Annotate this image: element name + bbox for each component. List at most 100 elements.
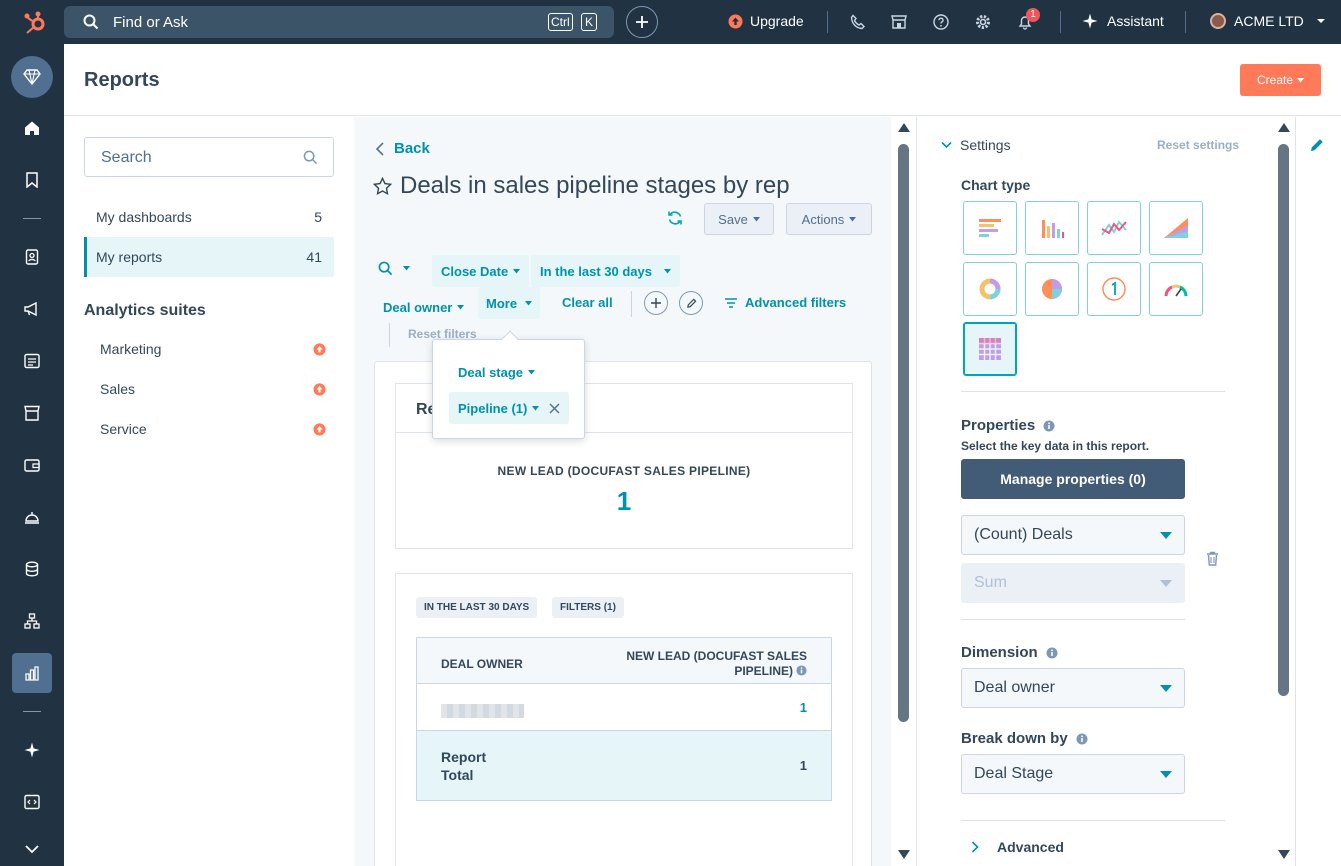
help-icon[interactable]: [933, 14, 949, 30]
scroll-down-arrow-icon[interactable]: [898, 850, 910, 859]
nav-item-bookmarks[interactable]: [0, 160, 64, 200]
chart-type-line[interactable]: [1087, 201, 1141, 255]
scroll-down-arrow-icon[interactable]: [1278, 850, 1290, 859]
center-scrollbar[interactable]: [893, 117, 915, 866]
refresh-icon[interactable]: [667, 210, 683, 226]
nav-item-marketing[interactable]: [0, 289, 64, 329]
select-value: (Count) Deals: [974, 526, 1073, 543]
horizontal-bar-chart-icon: [977, 216, 1003, 240]
filter-search-toggle[interactable]: [378, 261, 410, 276]
chart-type-vertical-bar[interactable]: [1025, 201, 1079, 255]
report-table: DEAL OWNER NEW LEAD (DOCUFAST SALES PIPE…: [416, 637, 832, 801]
manage-properties-button[interactable]: Manage properties (0): [961, 459, 1185, 499]
nav-item-commerce[interactable]: [0, 393, 64, 433]
info-icon[interactable]: [1043, 420, 1055, 432]
pipeline-filter-chip[interactable]: Pipeline (1): [449, 392, 569, 424]
actions-button[interactable]: Actions: [786, 203, 872, 235]
cell-value-link[interactable]: 1: [800, 700, 807, 715]
scroll-up-arrow-icon[interactable]: [898, 123, 910, 132]
advanced-filters-button[interactable]: Advanced filters: [725, 295, 846, 310]
nav-item-workspace[interactable]: [11, 56, 53, 98]
bookmark-icon: [25, 172, 39, 188]
chart-type-gauge[interactable]: [1149, 262, 1203, 316]
chevron-down-icon: [941, 141, 952, 149]
chart-type-pie[interactable]: [1025, 262, 1079, 316]
info-icon[interactable]: [796, 665, 807, 676]
nav-item-home[interactable]: [0, 108, 64, 148]
report-title: Deals in sales pipeline stages by rep: [400, 172, 790, 199]
nav-item-service[interactable]: [0, 497, 64, 537]
table-grid-icon: [978, 337, 1002, 361]
column-header-new-lead[interactable]: NEW LEAD (DOCUFAST SALES: [626, 649, 807, 663]
chart-type-area[interactable]: [1149, 201, 1203, 255]
deal-owner-filter[interactable]: Deal owner: [383, 295, 465, 319]
nav-item-contacts[interactable]: [0, 237, 64, 277]
trash-icon: [1206, 551, 1219, 566]
advanced-section-toggle[interactable]: Advanced: [971, 839, 1064, 855]
edit-report-pencil-icon[interactable]: [1309, 137, 1325, 153]
assistant-button[interactable]: Assistant: [1082, 13, 1164, 29]
favorite-star-icon[interactable]: [373, 177, 392, 196]
measure-select[interactable]: (Count) Deals: [961, 515, 1185, 555]
dimension-select[interactable]: Deal owner: [961, 668, 1185, 708]
clear-all-filters-button[interactable]: Clear all: [562, 295, 613, 310]
hubspot-logo[interactable]: [22, 10, 48, 36]
nav-item-payments[interactable]: [0, 445, 64, 485]
blurred-owner-name: [441, 704, 524, 718]
storefront-icon: [24, 405, 40, 421]
nav-item-my-reports[interactable]: My reports 41: [84, 237, 334, 277]
suite-item-service[interactable]: Service: [84, 413, 334, 445]
close-date-filter[interactable]: Close Date: [432, 255, 530, 287]
close-icon[interactable]: [549, 403, 560, 414]
global-search-bar[interactable]: Find or Ask Ctrl K: [64, 6, 614, 38]
caret-down-icon: [1160, 770, 1172, 778]
phone-icon[interactable]: [850, 14, 866, 30]
date-range-filter[interactable]: In the last 30 days: [531, 255, 680, 287]
reset-settings-button[interactable]: Reset settings: [1157, 138, 1239, 152]
pie-chart-icon: [1040, 277, 1064, 301]
save-button[interactable]: Save: [704, 203, 774, 235]
nav-item-automation[interactable]: [0, 601, 64, 641]
upgrade-button[interactable]: Upgrade: [728, 13, 804, 29]
nav-item-content[interactable]: [0, 341, 64, 381]
chart-type-horizontal-bar[interactable]: [963, 201, 1017, 255]
marketplace-icon[interactable]: [891, 14, 907, 30]
reports-search-input[interactable]: Search: [84, 137, 334, 177]
create-new-plus-button[interactable]: [626, 6, 658, 38]
chart-type-table[interactable]: [963, 322, 1017, 376]
settings-section-toggle[interactable]: Settings: [941, 137, 1011, 153]
caret-down-icon: [664, 268, 671, 274]
breakdown-select[interactable]: Deal Stage: [961, 754, 1185, 794]
edit-filters-button[interactable]: [679, 291, 703, 315]
suite-item-sales[interactable]: Sales: [84, 373, 334, 405]
settings-scrollbar[interactable]: [1273, 117, 1295, 866]
back-link[interactable]: Back: [376, 140, 430, 157]
nav-item-reports[interactable]: [12, 653, 52, 693]
nav-item-development[interactable]: [0, 782, 64, 822]
nav-item-data[interactable]: [0, 549, 64, 589]
nav-collapse-toggle[interactable]: [0, 829, 64, 866]
account-menu[interactable]: ACME LTD: [1210, 13, 1326, 29]
more-filters-button[interactable]: More: [478, 287, 541, 319]
column-header-new-lead-line2: PIPELINE): [734, 664, 793, 678]
column-header-deal-owner[interactable]: DEAL OWNER: [441, 657, 523, 671]
suite-item-marketing[interactable]: Marketing: [84, 333, 334, 365]
filter-label: Deal stage: [458, 365, 524, 380]
delete-measure-button[interactable]: [1206, 551, 1219, 566]
scrollbar-thumb[interactable]: [1278, 144, 1289, 696]
deal-stage-filter[interactable]: Deal stage: [458, 365, 536, 380]
nav-item-breeze[interactable]: [0, 730, 64, 770]
scroll-up-arrow-icon[interactable]: [1278, 123, 1290, 132]
upgrade-label: Upgrade: [750, 13, 804, 29]
info-icon[interactable]: [1076, 733, 1088, 745]
create-button[interactable]: Create: [1240, 64, 1321, 96]
info-icon[interactable]: [1046, 647, 1058, 659]
scrollbar-thumb[interactable]: [898, 144, 909, 722]
caret-down-icon: [752, 216, 760, 222]
chart-type-single-value[interactable]: [1087, 262, 1141, 316]
settings-gear-icon[interactable]: [975, 14, 991, 30]
chart-type-donut[interactable]: [963, 262, 1017, 316]
nav-item-my-dashboards[interactable]: My dashboards 5: [84, 197, 334, 237]
select-value: Deal Stage: [974, 765, 1054, 782]
add-filter-button[interactable]: [644, 291, 668, 315]
